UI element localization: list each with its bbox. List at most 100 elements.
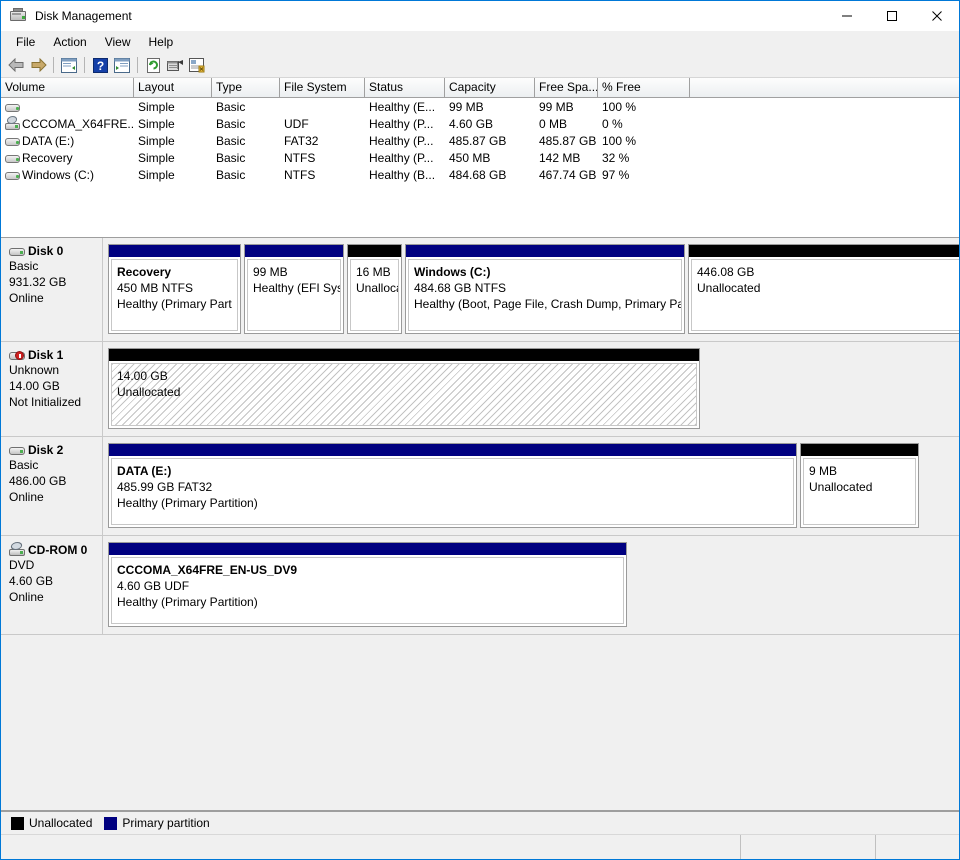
disk-name-label: CD-ROM 0 [28,542,88,557]
disk-size: 4.60 GB [9,574,54,588]
partition-color-bar [109,349,699,361]
table-row[interactable]: DATA (E:) Simple Basic FAT32 Healthy (P... 48… [1,132,959,149]
partition-color-bar [109,444,796,456]
cell-type: Basic [216,99,246,114]
close-button[interactable] [914,1,959,31]
legend-item-primary-partition: Primary partition [104,816,210,830]
column-header-status[interactable]: Status [365,78,445,98]
partition-details: Windows (C:) 484.68 GB NTFS Healthy (Boot,… [408,259,682,331]
disk-partitions: Recovery 450 MB NTFS Healthy (Primary Part… [103,238,959,341]
partition-block[interactable]: 446.08 GB Unallocated [688,244,959,334]
disk-row: CD-ROM 0 DVD 4.60 GB Online CCCOMA_X64FRE_EN… [1,536,959,635]
partition-color-bar [348,245,401,257]
menu-item-view[interactable]: View [96,33,140,51]
partition-details: DATA (E:) 485.99 GB FAT32 Healthy (Primary… [111,458,794,525]
partition-block[interactable]: Windows (C:) 484.68 GB NTFS Healthy (Boot,… [405,244,685,334]
partition-block[interactable]: DATA (E:) 485.99 GB FAT32 Healthy (Primary… [108,443,797,528]
partition-details: 446.08 GB Unallocated [691,259,959,331]
cell-capacity: 99 MB [449,99,484,114]
cell-layout: Simple [138,133,175,148]
drive-icon [5,151,21,165]
disk-info-disk-2[interactable]: Disk 2 Basic 486.00 GB Online [1,437,103,535]
table-row[interactable]: Recovery Simple Basic NTFS Healthy (P... 450 … [1,149,959,166]
partition-size: 99 MB [253,265,288,279]
cell-file-system: FAT32 [284,133,319,148]
drive-icon [5,100,21,114]
menu-item-action[interactable]: Action [44,33,95,51]
disk-management-window: Disk Management File Action View Help ? … [0,0,960,860]
help-button[interactable]: ? [89,54,111,76]
partition-size: 450 MB NTFS [117,281,194,295]
cell-type: Basic [216,167,246,182]
partition-details: 16 MB Unalloca [350,259,399,331]
window-title: Disk Management [35,9,132,23]
disk-info-disk-0[interactable]: Disk 0 Basic 931.32 GB Online [1,238,103,341]
column-header-volume[interactable]: Volume [1,78,134,98]
legend-label-primary-partition: Primary partition [122,816,210,830]
cell-volume: CCCOMA_X64FRE... [1,116,134,131]
partition-status: Healthy (Primary Part [117,297,232,311]
partition-status: Unalloca [356,281,398,295]
show-hide-console-tree-button[interactable] [58,54,80,76]
status-panel-3 [876,835,959,859]
table-row[interactable]: CCCOMA_X64FRE... Simple Basic UDF Healthy (P… [1,115,959,132]
partition-color-bar [109,245,240,257]
disk-name: Disk 2 [9,443,102,457]
column-header-file-system[interactable]: File System [280,78,365,98]
column-header-free-space[interactable]: Free Spa... [535,78,598,98]
menu-item-file[interactable]: File [7,33,44,51]
partition-block[interactable]: CCCOMA_X64FRE_EN-US_DV9 4.60 GB UDF Health… [108,542,627,627]
drive-icon [5,168,21,182]
table-row[interactable]: Simple Basic Healthy (E... 99 MB 99 MB 100 % [1,98,959,115]
properties-button[interactable] [186,54,208,76]
table-row[interactable]: Windows (C:) Simple Basic NTFS Healthy (B...… [1,166,959,183]
toolbar-separator [137,57,138,73]
menu-item-help[interactable]: Help [140,33,183,51]
disk-partitions: DATA (E:) 485.99 GB FAT32 Healthy (Primary… [103,437,959,535]
partition-status: Unallocated [697,281,761,295]
disk-type: Basic [9,259,39,273]
cell-volume-label: CCCOMA_X64FRE... [22,117,134,131]
cell-capacity: 484.68 GB [449,167,507,182]
volume-list[interactable]: Volume Layout Type File System Status Ca… [1,78,959,238]
column-header-layout[interactable]: Layout [134,78,212,98]
volume-list-header: Volume Layout Type File System Status Ca… [1,78,959,98]
disk-info-disk-1[interactable]: Disk 1 Unknown 14.00 GB Not Initialized [1,342,103,436]
back-button[interactable] [5,54,27,76]
disk-partitions: CCCOMA_X64FRE_EN-US_DV9 4.60 GB UDF Health… [103,536,959,634]
svg-text:?: ? [96,59,103,73]
disk-row: Disk 1 Unknown 14.00 GB Not Initialized 14.0… [1,342,959,437]
partition-block[interactable]: 14.00 GB Unallocated [108,348,700,429]
partition-size: 484.68 GB NTFS [414,281,507,295]
minimize-button[interactable] [824,1,869,31]
partition-color-bar [689,245,959,257]
partition-block[interactable]: 99 MB Healthy (EFI Sys [244,244,344,334]
disk-type: DVD [9,558,35,572]
column-header-capacity[interactable]: Capacity [445,78,535,98]
primary-partition-swatch-icon [104,816,118,830]
refresh-button[interactable] [142,54,164,76]
column-header-type[interactable]: Type [212,78,280,98]
unallocated-swatch-icon [11,816,24,830]
rescan-disks-button[interactable] [164,54,186,76]
disk-type: Unknown [9,363,60,377]
cell-free-space: 485.87 GB [539,133,597,148]
cell-capacity: 4.60 GB [449,116,494,131]
disk-info-cd-rom-0[interactable]: CD-ROM 0 DVD 4.60 GB Online [1,536,103,634]
disk-size: 14.00 GB [9,379,60,393]
toolbar-separator [53,57,54,73]
maximize-button[interactable] [869,1,914,31]
partition-block[interactable]: Recovery 450 MB NTFS Healthy (Primary Part [108,244,241,334]
show-hide-action-pane-button[interactable] [111,54,133,76]
disk-state: Online [9,490,44,504]
disk-state: Not Initialized [9,395,82,409]
partition-block[interactable]: 16 MB Unalloca [347,244,402,334]
column-header-percent-free[interactable]: % Free [598,78,690,98]
partition-block[interactable]: 9 MB Unallocated [800,443,919,528]
forward-button[interactable] [27,54,49,76]
cell-layout: Simple [138,167,175,182]
disk-name-label: Disk 0 [28,244,64,258]
cell-capacity: 450 MB [449,150,491,165]
window-controls [824,1,959,31]
disk-partitions: 14.00 GB Unallocated [103,342,959,436]
